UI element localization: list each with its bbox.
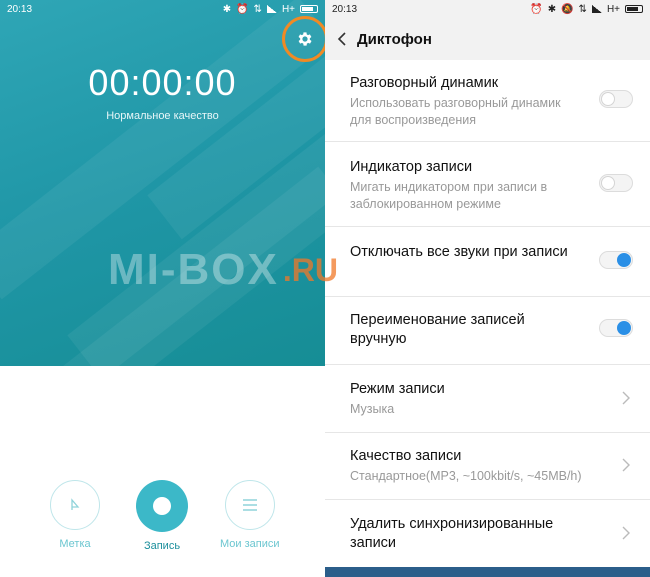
setting-title: Режим записи xyxy=(350,381,445,397)
bottom-bar xyxy=(325,567,650,577)
signal-icon xyxy=(266,5,277,13)
mute-sounds-toggle[interactable] xyxy=(599,251,633,269)
setting-title: Переименование записей вручную xyxy=(350,312,525,347)
battery-icon xyxy=(625,5,643,13)
quality-label: Нормальное качество xyxy=(106,110,219,122)
status-bar: 20:13 ⏰ ✱ 🔕 ⇅ H+ xyxy=(325,0,650,18)
data-transfer-icon: ⇅ xyxy=(578,3,587,15)
earpiece-toggle[interactable] xyxy=(599,90,633,108)
alarm-off-icon: ⏰ xyxy=(236,3,249,15)
battery-icon xyxy=(300,5,318,13)
setting-earpiece[interactable]: Разговорный динамик Использовать разгово… xyxy=(325,62,650,142)
setting-title: Разговорный динамик xyxy=(350,75,499,91)
setting-subtitle: Использовать разговорный динамик для вос… xyxy=(350,96,561,127)
recorder-screen: 20:13 ✱ ⏰ ⇅ H+ 00:00:00 Нормальное качес… xyxy=(0,0,325,577)
chevron-right-icon xyxy=(622,391,630,405)
settings-button[interactable] xyxy=(282,16,325,62)
setting-subtitle: Музыка xyxy=(350,402,395,416)
settings-screen: 20:13 ⏰ ✱ 🔕 ⇅ H+ Диктофон Разговорный ди… xyxy=(325,0,650,577)
setting-record-mode[interactable]: Режим записи Музыка xyxy=(325,365,650,433)
mute-icon: 🔕 xyxy=(561,3,574,15)
setting-title: Удалить синхронизированные записи xyxy=(350,516,554,551)
status-bar: 20:13 ✱ ⏰ ⇅ H+ xyxy=(0,0,325,18)
setting-title: Качество записи xyxy=(350,448,462,464)
signal-icon xyxy=(591,5,602,13)
record-indicator-toggle[interactable] xyxy=(599,174,633,192)
setting-record-indicator[interactable]: Индикатор записи Мигать индикатором при … xyxy=(325,142,650,227)
setting-title: Индикатор записи xyxy=(350,159,473,175)
manual-rename-toggle[interactable] xyxy=(599,319,633,337)
gear-icon xyxy=(298,32,312,46)
setting-title: Отключать все звуки при записи xyxy=(350,244,568,260)
back-button[interactable] xyxy=(337,32,347,46)
alarm-off-icon: ⏰ xyxy=(530,3,543,15)
chevron-left-icon xyxy=(337,32,346,46)
setting-subtitle: Стандартное(MP3, ~100kbit/s, ~45MB/h) xyxy=(350,469,582,483)
list-icon xyxy=(242,499,257,511)
my-records-button[interactable]: Мои записи xyxy=(220,480,280,550)
settings-header: Диктофон xyxy=(325,18,650,60)
bluetooth-icon: ✱ xyxy=(222,3,232,15)
setting-subtitle: Мигать индикатором при записи в заблокир… xyxy=(350,180,548,211)
status-time: 20:13 xyxy=(332,3,358,15)
network-type: H+ xyxy=(281,3,295,15)
mark-label: Метка xyxy=(59,538,91,550)
setting-manual-rename[interactable]: Переименование записей вручную xyxy=(325,297,650,365)
data-transfer-icon: ⇅ xyxy=(253,3,262,15)
record-icon xyxy=(153,497,171,515)
setting-record-quality[interactable]: Качество записи Стандартное(MP3, ~100kbi… xyxy=(325,433,650,500)
flag-icon xyxy=(71,498,80,510)
setting-mute-sounds[interactable]: Отключать все звуки при записи xyxy=(325,227,650,297)
page-title: Диктофон xyxy=(357,30,432,48)
bluetooth-icon: ✱ xyxy=(547,3,557,15)
record-button[interactable]: Запись xyxy=(136,480,188,552)
record-label: Запись xyxy=(143,540,181,552)
chevron-right-icon xyxy=(622,458,630,472)
network-type: H+ xyxy=(606,3,620,15)
mark-button[interactable]: Метка xyxy=(50,480,100,550)
recording-timer: 00:00:00 xyxy=(88,62,237,103)
setting-delete-synced[interactable]: Удалить синхронизированные записи xyxy=(325,500,650,567)
status-time: 20:13 xyxy=(7,3,33,15)
recorder-header-panel: 20:13 ✱ ⏰ ⇅ H+ 00:00:00 Нормальное качес… xyxy=(0,0,325,366)
my-records-label: Мои записи xyxy=(220,538,280,550)
chevron-right-icon xyxy=(622,526,630,540)
